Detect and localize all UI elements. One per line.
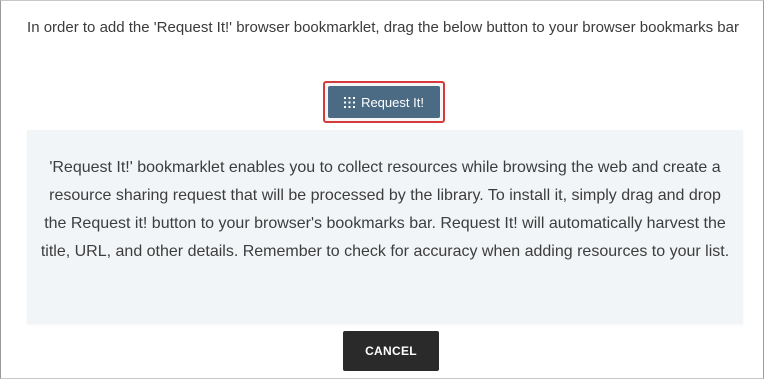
request-it-button-highlight: Request It!: [323, 81, 445, 123]
info-text: 'Request It!' bookmarklet enables you to…: [40, 159, 730, 260]
instruction-text: In order to add the 'Request It!' browse…: [27, 19, 739, 36]
drag-handle-icon: [344, 96, 356, 108]
request-it-label: Request It!: [361, 94, 424, 110]
cancel-button[interactable]: CANCEL: [343, 331, 439, 371]
info-panel: 'Request It!' bookmarklet enables you to…: [27, 130, 743, 324]
bookmarklet-dialog: In order to add the 'Request It!' browse…: [0, 0, 764, 379]
request-it-bookmarklet-button[interactable]: Request It!: [328, 86, 440, 118]
